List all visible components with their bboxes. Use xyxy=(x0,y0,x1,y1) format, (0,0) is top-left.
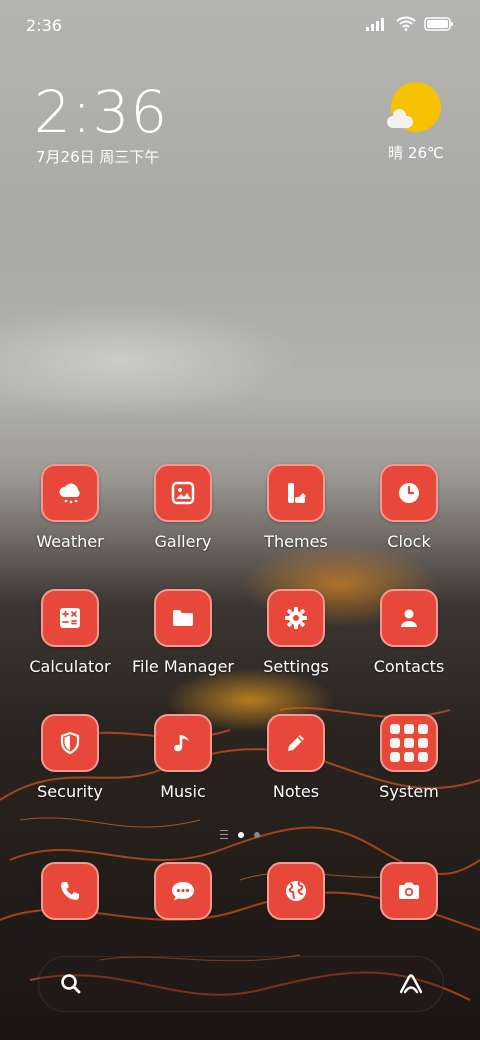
dock-camera[interactable] xyxy=(353,862,465,920)
app-label-notes: Notes xyxy=(272,782,320,801)
camera-icon xyxy=(380,862,438,920)
themes-icon xyxy=(267,464,325,522)
weather-widget-text: 晴 26℃ xyxy=(388,144,444,162)
app-weather[interactable]: Weather xyxy=(14,464,126,551)
app-gallery[interactable]: Gallery xyxy=(127,464,239,551)
app-label-gallery: Gallery xyxy=(154,532,212,551)
phone-icon xyxy=(41,862,99,920)
assistant-icon[interactable] xyxy=(397,972,425,1000)
status-time: 2:36 xyxy=(26,16,62,35)
search-bar[interactable] xyxy=(38,956,444,1012)
dock-browser[interactable] xyxy=(240,862,352,920)
weather-widget[interactable]: 晴 26℃ xyxy=(386,82,446,163)
app-label-file-manager: File Manager xyxy=(132,657,234,676)
shield-icon xyxy=(41,714,99,772)
music-note-icon xyxy=(154,714,212,772)
app-clock[interactable]: Clock xyxy=(353,464,465,551)
calculator-icon xyxy=(41,589,99,647)
app-notes[interactable]: Notes xyxy=(240,714,352,801)
app-label-settings: Settings xyxy=(263,657,329,676)
clock-widget-date: 7月26日 周三下午 xyxy=(36,148,160,166)
app-label-weather: Weather xyxy=(36,532,104,551)
contact-icon xyxy=(380,589,438,647)
app-settings[interactable]: Settings xyxy=(240,589,352,676)
clock-icon xyxy=(380,464,438,522)
dock-messages[interactable] xyxy=(127,862,239,920)
app-themes[interactable]: Themes xyxy=(240,464,352,551)
page-dot-active xyxy=(238,831,244,838)
pencil-icon xyxy=(267,714,325,772)
folder-icon xyxy=(154,589,212,647)
app-label-themes: Themes xyxy=(264,532,328,551)
app-contacts[interactable]: Contacts xyxy=(353,589,465,676)
app-security[interactable]: Security xyxy=(14,714,126,801)
app-label-music: Music xyxy=(160,782,206,801)
app-calculator[interactable]: Calculator xyxy=(14,589,126,676)
app-file-manager[interactable]: File Manager xyxy=(127,589,239,676)
status-bar: 2:36 xyxy=(0,0,480,50)
sun-cloud-icon xyxy=(387,82,441,132)
gallery-icon xyxy=(154,464,212,522)
app-label-contacts: Contacts xyxy=(373,657,445,676)
dock-phone[interactable] xyxy=(14,862,126,920)
chat-bubble-icon xyxy=(154,862,212,920)
app-label-calculator: Calculator xyxy=(29,657,111,676)
app-label-security: Security xyxy=(37,782,103,801)
wifi-icon xyxy=(396,16,416,35)
app-label-system: System xyxy=(379,782,439,801)
folder-grid-icon xyxy=(380,714,438,772)
page-indicator[interactable] xyxy=(0,830,480,839)
page-dot xyxy=(254,831,260,838)
status-icons xyxy=(366,16,454,35)
app-music[interactable]: Music xyxy=(127,714,239,801)
weather-icon xyxy=(41,464,99,522)
clock-widget-time[interactable]: 2:36 xyxy=(34,78,168,146)
search-icon[interactable] xyxy=(59,972,83,1000)
signal-icon xyxy=(366,16,388,35)
app-label-clock: Clock xyxy=(387,532,431,551)
battery-icon xyxy=(424,16,454,35)
gear-icon xyxy=(267,589,325,647)
app-drawer-indicator-icon xyxy=(220,830,228,839)
globe-icon xyxy=(267,862,325,920)
folder-system[interactable]: System xyxy=(353,714,465,801)
